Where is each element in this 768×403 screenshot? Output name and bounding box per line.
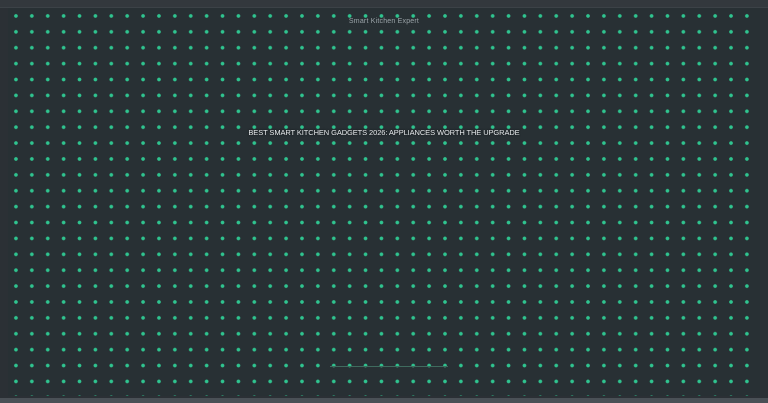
top-bar: [0, 0, 768, 8]
site-name: Smart Kitchen Expert: [348, 18, 420, 25]
page: Smart Kitchen Expert BEST SMART KITCHEN …: [0, 0, 768, 403]
page-headline: BEST SMART KITCHEN GADGETS 2026: APPLIAN…: [248, 128, 520, 137]
bottom-bar: [0, 398, 768, 403]
dot-pattern-background: [8, 8, 760, 396]
divider: [330, 366, 448, 367]
